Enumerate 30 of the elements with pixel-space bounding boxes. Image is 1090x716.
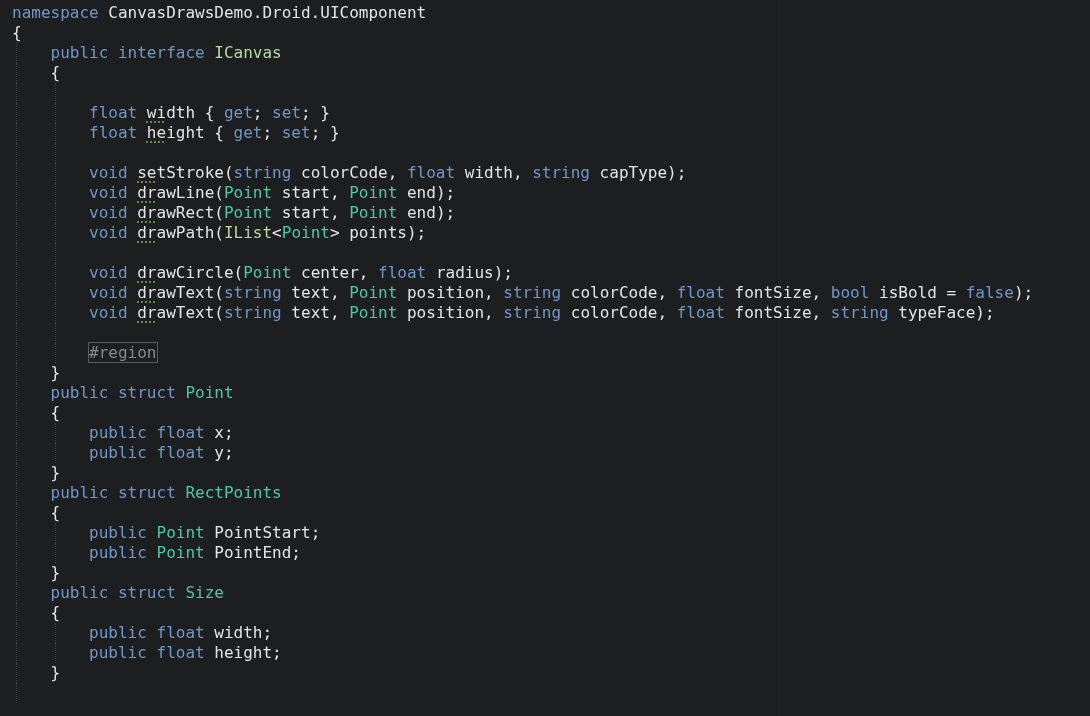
code-line: public float width;	[88, 623, 273, 642]
code-line: public Point PointEnd;	[88, 543, 301, 562]
code-line: {	[49, 63, 61, 82]
code-line: float height { get; set; }	[88, 123, 340, 142]
code-line: {	[49, 603, 61, 622]
code-line: public interface ICanvas	[49, 43, 282, 62]
code-line: }	[49, 563, 61, 582]
code-line: void drawLine(Point start, Point end);	[88, 183, 456, 202]
code-line: namespace CanvasDrawsDemo.Droid.UIComponent	[12, 3, 427, 22]
code-line: float width { get; set; }	[88, 103, 330, 122]
code-line: {	[49, 403, 61, 422]
code-line: public struct RectPoints	[49, 483, 282, 502]
code-line: public Point PointStart;	[88, 523, 321, 542]
code-line: void setStroke(string colorCode, float width, string capType);	[88, 163, 687, 182]
code-line: public float y;	[88, 443, 234, 462]
code-line: {	[49, 503, 61, 522]
code-line: }	[49, 463, 61, 482]
code-line: }	[49, 663, 61, 682]
code-line: void drawText(string text, Point position, string colorCode, float fontSize, bool isBold = false);	[88, 283, 1034, 302]
code-line: void drawPath(IList<Point> points);	[88, 223, 427, 242]
code-line: public struct Size	[49, 583, 224, 602]
code-line: void drawText(string text, Point position, string colorCode, float fontSize, string typeFace);	[88, 303, 995, 322]
code-line: void drawCircle(Point center, float radius);	[88, 263, 513, 282]
code-line: }	[49, 363, 61, 382]
code-line: {	[12, 23, 22, 42]
code-line: #region	[88, 343, 157, 362]
code-line: public struct Point	[49, 383, 234, 402]
code-line: void drawRect(Point start, Point end);	[88, 203, 456, 222]
code-line: public float height;	[88, 643, 282, 662]
code-line: public float x;	[88, 423, 234, 442]
